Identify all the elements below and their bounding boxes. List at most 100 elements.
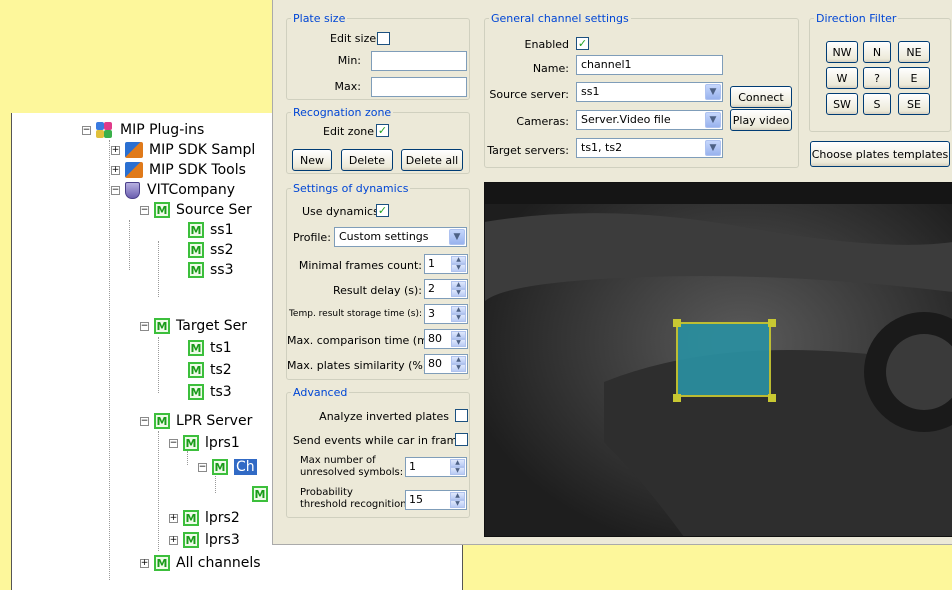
tree-node-ss2[interactable]: M ss2 xyxy=(188,240,234,260)
tree-node-ts3[interactable]: M ts3 xyxy=(188,382,232,402)
collapse-icon[interactable]: − xyxy=(111,185,120,195)
new-zone-button[interactable]: New xyxy=(292,149,332,171)
direction-n-button[interactable]: N xyxy=(863,41,891,63)
play-video-button[interactable]: Play video xyxy=(730,109,792,131)
send-events-checkbox[interactable] xyxy=(455,433,468,446)
tree-line xyxy=(109,140,110,580)
tree-node-lpr-servers[interactable]: − M LPR Server xyxy=(140,411,252,431)
spin-up-icon[interactable]: ▲ xyxy=(451,306,466,314)
max-comparison-spinner[interactable]: 80 ▲ ▼ xyxy=(424,329,468,349)
temp-storage-spinner[interactable]: 3 ▲ ▼ xyxy=(424,304,468,324)
spin-up-icon[interactable]: ▲ xyxy=(451,281,466,289)
zone-handle[interactable] xyxy=(673,394,681,402)
connect-button[interactable]: Connect xyxy=(730,86,792,108)
max-similarity-spinner[interactable]: 80 ▲ ▼ xyxy=(424,354,468,374)
profile-select[interactable]: Custom settings ▼ xyxy=(334,227,467,247)
expand-icon[interactable]: + xyxy=(111,165,120,175)
tree-node-source-servers[interactable]: − M Source Ser xyxy=(140,200,252,220)
tree-label: lprs2 xyxy=(205,510,240,526)
cameras-select[interactable]: Server.Video file ▼ xyxy=(576,110,723,130)
direction-sw-button[interactable]: SW xyxy=(826,93,858,115)
use-dynamics-checkbox[interactable]: ✓ xyxy=(376,204,389,217)
min-input[interactable] xyxy=(371,51,467,71)
video-preview[interactable] xyxy=(484,182,952,537)
spin-up-icon[interactable]: ▲ xyxy=(451,356,466,364)
chevron-down-icon[interactable]: ▼ xyxy=(449,229,465,245)
select-value: ts1, ts2 xyxy=(581,141,623,154)
zone-handle[interactable] xyxy=(673,319,681,327)
tree-node-channel-child[interactable]: M xyxy=(252,484,274,504)
delete-all-zones-button[interactable]: Delete all xyxy=(401,149,463,171)
collapse-icon[interactable]: − xyxy=(169,438,178,448)
edit-size-label: Edit size xyxy=(330,32,377,45)
tree-node-lprs1[interactable]: − M lprs1 xyxy=(169,433,240,453)
expand-icon[interactable]: + xyxy=(169,535,178,545)
chevron-down-icon[interactable]: ▼ xyxy=(705,112,721,128)
min-frames-spinner[interactable]: 1 ▲ ▼ xyxy=(424,254,468,274)
tree-node-all-channels[interactable]: + M All channels xyxy=(140,553,261,573)
delete-zone-button[interactable]: Delete xyxy=(341,149,393,171)
name-input[interactable]: channel1 xyxy=(576,55,723,75)
chevron-down-icon[interactable]: ▼ xyxy=(705,140,721,156)
spin-down-icon[interactable]: ▼ xyxy=(451,364,466,372)
tree-node-vitcompany[interactable]: − VITCompany xyxy=(111,180,235,200)
chevron-down-icon[interactable]: ▼ xyxy=(705,84,721,100)
direction-s-button[interactable]: S xyxy=(863,93,891,115)
direction-any-button[interactable]: ? xyxy=(863,67,891,89)
expand-icon[interactable]: + xyxy=(169,513,178,523)
tree-node-ss1[interactable]: M ss1 xyxy=(188,220,234,240)
spin-down-icon[interactable]: ▼ xyxy=(451,339,466,347)
spinner-value: 3 xyxy=(428,307,435,320)
collapse-icon[interactable]: − xyxy=(140,321,149,331)
target-servers-select[interactable]: ts1, ts2 ▼ xyxy=(576,138,723,158)
max-input[interactable] xyxy=(371,77,467,97)
edit-size-checkbox[interactable] xyxy=(377,32,390,45)
direction-nw-button[interactable]: NW xyxy=(826,41,858,63)
collapse-icon[interactable]: − xyxy=(140,416,149,426)
direction-ne-button[interactable]: NE xyxy=(898,41,930,63)
spin-down-icon[interactable]: ▼ xyxy=(450,500,465,508)
choose-plates-templates-button[interactable]: Choose plates templates xyxy=(810,141,950,167)
m-icon: M xyxy=(154,318,170,334)
tree-node-target-servers[interactable]: − M Target Ser xyxy=(140,316,247,336)
expand-icon[interactable]: + xyxy=(140,558,149,568)
direction-e-button[interactable]: E xyxy=(898,67,930,89)
m-icon: M xyxy=(183,510,199,526)
max-unresolved-spinner[interactable]: 1 ▲ ▼ xyxy=(405,457,467,477)
spin-up-icon[interactable]: ▲ xyxy=(451,331,466,339)
recognition-zone-rect[interactable] xyxy=(676,322,771,397)
enabled-checkbox[interactable]: ✓ xyxy=(576,37,589,50)
tree-node-sdk-tools[interactable]: + MIP SDK Tools xyxy=(111,160,246,180)
tree-node-lprs2[interactable]: + M lprs2 xyxy=(169,508,240,528)
cameras-label: Cameras: xyxy=(516,115,569,128)
tree-node-mip-plugins[interactable]: − MIP Plug-ins xyxy=(82,120,204,140)
spin-up-icon[interactable]: ▲ xyxy=(451,256,466,264)
zone-handle[interactable] xyxy=(768,319,776,327)
collapse-icon[interactable]: − xyxy=(82,125,91,135)
expand-icon[interactable]: + xyxy=(111,145,120,155)
tree-node-ss3[interactable]: M ss3 xyxy=(188,260,234,280)
spin-down-icon[interactable]: ▼ xyxy=(451,264,466,272)
direction-w-button[interactable]: W xyxy=(826,67,858,89)
edit-zone-checkbox[interactable]: ✓ xyxy=(376,124,389,137)
collapse-icon[interactable]: − xyxy=(198,462,207,472)
result-delay-spinner[interactable]: 2 ▲ ▼ xyxy=(424,279,468,299)
tree-node-sdk-samples[interactable]: + MIP SDK Sampl xyxy=(111,140,255,160)
spin-down-icon[interactable]: ▼ xyxy=(451,314,466,322)
prob-threshold-spinner[interactable]: 15 ▲ ▼ xyxy=(405,490,467,510)
direction-se-button[interactable]: SE xyxy=(898,93,930,115)
spin-up-icon[interactable]: ▲ xyxy=(450,492,465,500)
tree-node-lprs3[interactable]: + M lprs3 xyxy=(169,530,240,550)
source-server-select[interactable]: ss1 ▼ xyxy=(576,82,723,102)
spin-down-icon[interactable]: ▼ xyxy=(451,289,466,297)
tree-node-ts1[interactable]: M ts1 xyxy=(188,338,232,358)
zone-handle[interactable] xyxy=(768,394,776,402)
collapse-icon[interactable]: − xyxy=(140,205,149,215)
spin-up-icon[interactable]: ▲ xyxy=(450,459,465,467)
tree-node-ts2[interactable]: M ts2 xyxy=(188,360,232,380)
tree-node-selected-channel[interactable]: − M Ch xyxy=(198,457,257,477)
spin-down-icon[interactable]: ▼ xyxy=(450,467,465,475)
analyze-inverted-checkbox[interactable] xyxy=(455,409,468,422)
sdk-icon xyxy=(125,162,143,178)
target-servers-label: Target servers: xyxy=(487,144,569,157)
